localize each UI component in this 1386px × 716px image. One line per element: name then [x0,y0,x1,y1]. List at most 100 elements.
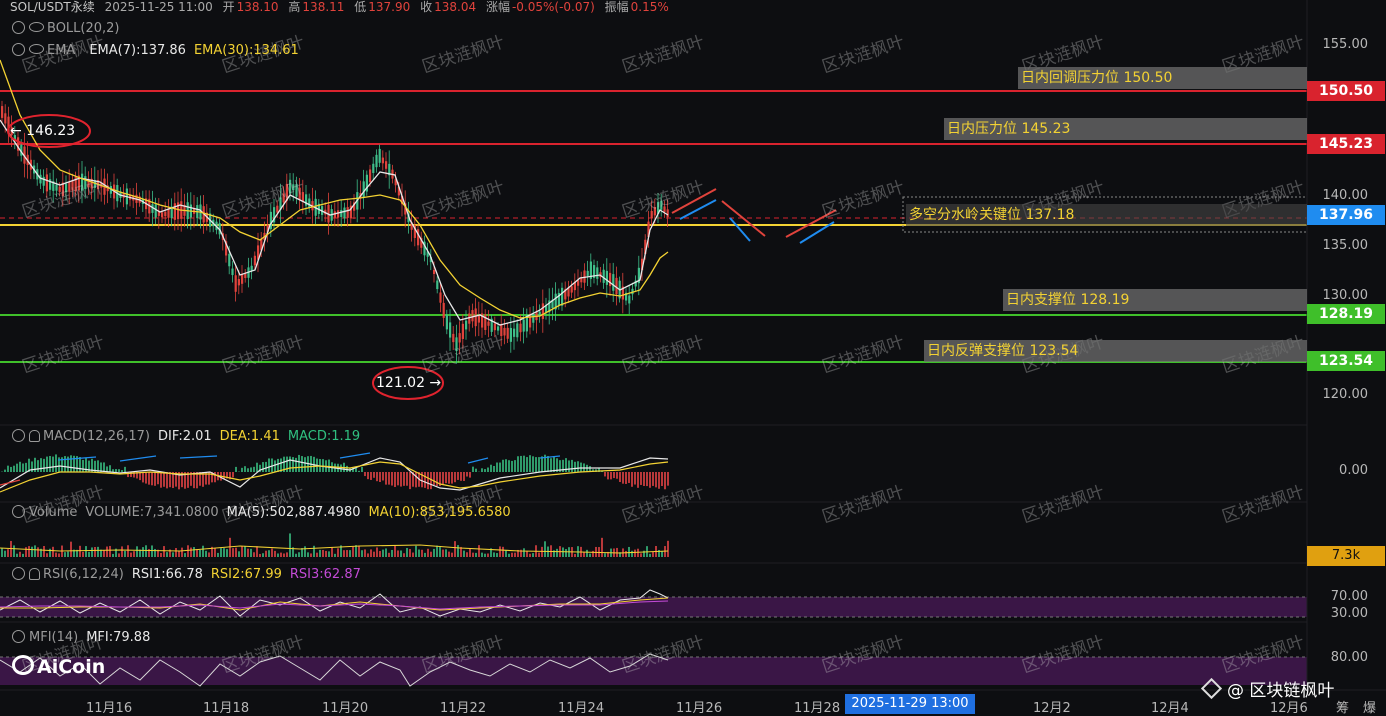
macd-bar [304,457,306,472]
symbol-label[interactable]: SOL/USDT永续 [10,0,95,14]
macd-bar [475,469,477,472]
rsi-tick: 70.00 [1298,589,1368,604]
date-tick: 11月26 [676,697,722,716]
volume-bar [286,552,288,557]
macd-zero-tick: 0.00 [1298,463,1368,478]
candle-body [174,203,176,220]
volume-bar [481,553,483,557]
volume-bar [187,545,189,557]
gear-icon[interactable] [12,43,25,56]
macd-bar [487,468,489,472]
bell-icon[interactable] [29,430,40,442]
volume-bar [52,547,54,557]
candle-body [507,328,509,339]
macd-bar [391,472,393,486]
volume-bar [388,553,390,557]
macd-bar [655,472,657,487]
volume-bar [430,552,432,557]
volume-bar [319,550,321,557]
volume-bar [202,546,204,557]
amp-value: 0.15% [631,0,669,14]
level-label-150[interactable]: 日内回调压力位 150.50 [1018,67,1307,89]
candle-body [465,321,467,330]
candlesticks [1,101,669,364]
candle-body [4,113,6,123]
macd-indicator[interactable]: MACD(12,26,17)DIF:2.01DEA:1.41MACD:1.19 [12,429,360,445]
price-tick: 120.00 [1298,387,1368,402]
macd-bar [520,456,522,472]
macd-bar [370,472,372,480]
macd-bar [454,472,456,482]
macd-bar [496,463,498,472]
volume-indicator[interactable]: VolumeVOLUME:7,341.0800MA(5):502,887.498… [12,505,511,521]
volume-bar [67,552,69,557]
chips-button[interactable]: 筹 [1336,697,1349,716]
dea-value: DEA:1.41 [220,429,280,444]
level-label-137[interactable]: 多空分水岭关键位 137.18 [906,204,1307,226]
volume-bar [331,548,333,557]
volume-bar [529,554,531,557]
macd-bar [142,472,144,482]
candle-body [372,164,374,173]
macd-bar [637,472,639,488]
volume-bar [262,553,264,557]
gear-icon[interactable] [12,505,25,518]
macd-bar [109,465,111,472]
eye-icon[interactable] [29,22,44,32]
gear-icon[interactable] [12,429,25,442]
volume-bar [601,538,603,557]
candle-body [523,319,525,331]
level-label-145[interactable]: 日内压力位 145.23 [944,118,1307,140]
candle-body [254,256,256,265]
volume-bar [145,545,147,557]
aicoin-logo-text: AiCoin [37,656,105,678]
level-label-123[interactable]: 日内反弹支撑位 123.54 [924,340,1307,362]
liquidation-button[interactable]: 爆 [1363,697,1376,716]
candle-body [539,312,541,316]
bell-icon[interactable] [29,568,40,580]
volume-bar [640,553,642,557]
boll-indicator[interactable]: BOLL(20,2) [12,21,120,37]
volume-bar [88,552,90,557]
volume-bar [484,554,486,557]
gear-icon[interactable] [12,21,25,34]
volume-bar [283,553,285,557]
level-tag-150: 150.50 [1307,81,1385,101]
change-label: 涨幅 [486,0,510,14]
volume-bar [238,551,240,557]
macd-bar [622,472,624,484]
aicoin-icon [12,655,34,675]
mfi-tick: 80.00 [1298,650,1368,665]
macd-bar [646,472,648,486]
rsi-indicator[interactable]: RSI(6,12,24)RSI1:66.78RSI2:67.99RSI3:62.… [12,567,361,583]
mfi-indicator[interactable]: MFI(14)MFI:79.88 [12,630,150,646]
macd-bar [574,462,576,472]
macd-bar [604,472,606,476]
macd-bar [451,472,453,484]
volume-bar [247,549,249,557]
volume-bar [34,545,36,557]
candle-body [449,322,451,337]
volume-bar [79,546,81,557]
rsi3-value: RSI3:62.87 [290,567,361,582]
candle-body [164,212,166,216]
macd-bar [154,472,156,486]
volume-bar [586,550,588,557]
level-label-128[interactable]: 日内支撑位 128.19 [1003,289,1307,311]
ma10-value: MA(10):853,195.6580 [369,505,511,520]
volume-bar [250,549,252,557]
ema-indicator[interactable]: EMAEMA(7):137.86EMA(30):134.61 [12,43,299,59]
gear-icon[interactable] [12,567,25,580]
candle-body [375,155,377,167]
volume-bar [463,551,465,557]
macd-bar [472,467,474,472]
candle-body [340,210,342,217]
gear-icon[interactable] [12,630,25,643]
eye-icon[interactable] [29,44,44,54]
candle-body [43,177,45,186]
candle-body [244,274,246,278]
candle-body [382,158,384,164]
volume-bar [466,552,468,557]
candle-body [510,328,512,342]
macd-bar [298,455,300,472]
